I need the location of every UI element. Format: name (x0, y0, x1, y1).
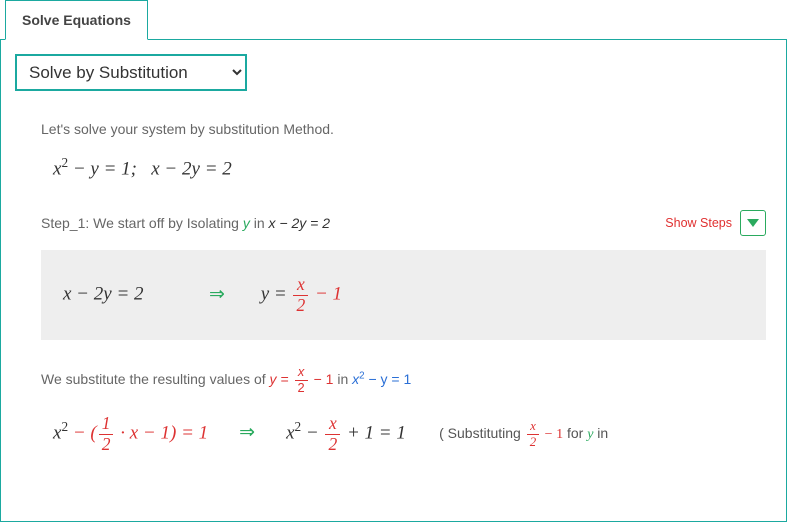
tab-solve-equations[interactable]: Solve Equations (5, 0, 148, 40)
intro-text: Let's solve your system by substitution … (41, 121, 772, 137)
system-equations: x2 − y = 1; x − 2y = 2 (53, 155, 772, 180)
substitution-note: ( Substituting x2 − 1 for y in (439, 425, 608, 441)
tab-bar: Solve Equations (0, 0, 787, 40)
expand-step-button[interactable] (740, 210, 766, 236)
chevron-down-icon (747, 219, 759, 227)
step-1-label: Step_1: We start off by Isolating y in x… (41, 215, 330, 231)
arrow-icon: ⇒ (209, 284, 225, 305)
show-steps-link[interactable]: Show Steps (665, 216, 732, 230)
method-select[interactable]: Solve by Substitution (15, 54, 247, 91)
isolation-box: x − 2y = 2 ⇒ y = x2 − 1 (41, 250, 766, 340)
substitution-text: We substitute the resulting values of y … (41, 366, 772, 395)
arrow-icon: ⇒ (239, 422, 255, 443)
solve-panel: Solve by Substitution Let's solve your s… (0, 40, 787, 522)
substituted-equation: x2 − (12 · x − 1) = 1 ⇒ x2 − x2 + 1 = 1 … (53, 415, 772, 453)
step-1-row: Step_1: We start off by Isolating y in x… (41, 210, 772, 236)
